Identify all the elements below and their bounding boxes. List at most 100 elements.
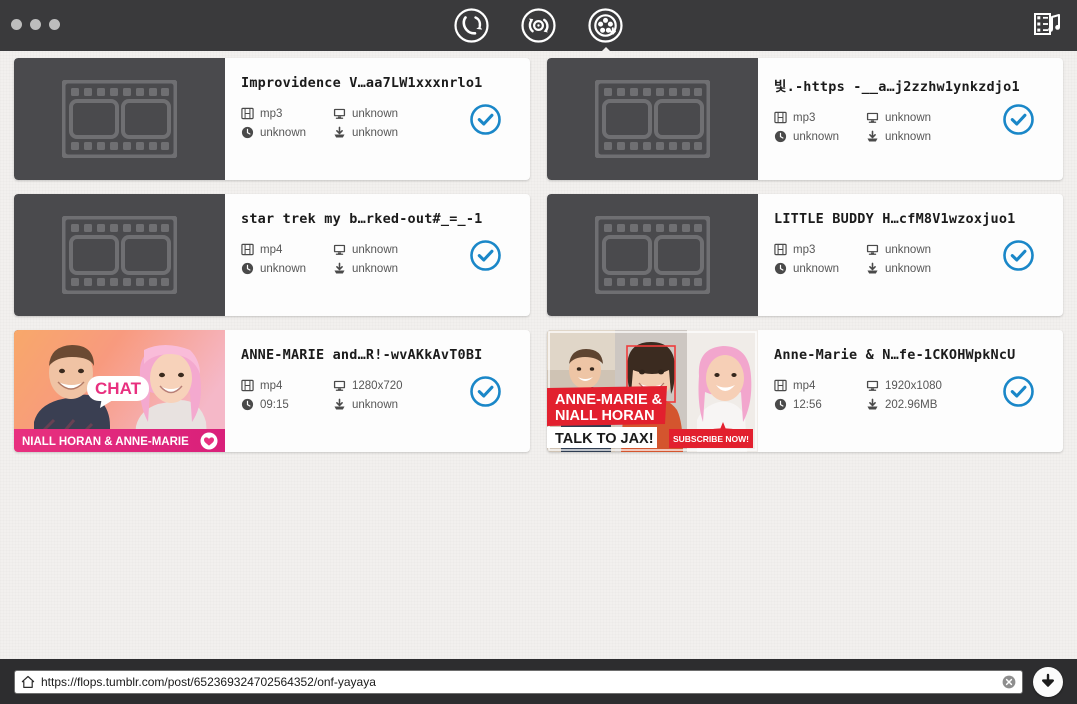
download-button[interactable]	[1033, 666, 1063, 697]
meta-format-value: mp3	[793, 111, 816, 124]
media-card[interactable]: Improvidence V…aa7LW1xxxnrlo1 mp3 unknow…	[14, 58, 530, 180]
meta-duration: unknown	[774, 262, 866, 275]
subscribe-badge-text: SUBSCRIBE NOW!	[673, 434, 749, 444]
check-circle-icon	[1003, 240, 1034, 271]
download-size-icon	[334, 398, 345, 410]
check-circle-icon	[1003, 376, 1034, 407]
card-thumbnail	[14, 58, 225, 180]
meta-duration: unknown	[241, 126, 333, 139]
meta-format-value: mp4	[260, 379, 283, 392]
meta-format: mp3	[774, 111, 866, 124]
media-card[interactable]: LITTLE BUDDY H…cfM8V1wzoxjuo1 mp3 unknow…	[547, 194, 1063, 316]
download-arrow-icon	[1042, 673, 1054, 687]
monitor-icon	[333, 244, 346, 255]
film-placeholder-icon	[595, 80, 710, 158]
meta-duration-value: unknown	[793, 262, 840, 275]
meta-resolution-value: unknown	[885, 111, 932, 124]
tab-video-download[interactable]	[453, 7, 491, 45]
thumbnail-caption-line2: NIALL HORAN	[555, 408, 655, 424]
meta-format-value: mp3	[793, 243, 816, 256]
film-icon	[774, 111, 787, 124]
phone-refresh-icon	[453, 7, 490, 44]
download-size-icon	[867, 398, 878, 410]
home-icon[interactable]	[21, 675, 35, 689]
meta-size: unknown	[866, 262, 976, 275]
meta-duration-value: unknown	[793, 130, 840, 143]
film-placeholder-icon	[595, 216, 710, 294]
tab-audio-download[interactable]	[520, 7, 558, 45]
monitor-icon	[866, 244, 879, 255]
card-thumbnail: iHR ANNE-MARIE & NIALL HORAN TALK TO JAX…	[547, 330, 758, 452]
music-refresh-icon	[520, 7, 557, 44]
meta-duration: 12:56	[774, 398, 866, 411]
clock-icon	[241, 398, 254, 411]
meta-format: mp3	[241, 107, 333, 120]
select-checkmark-button[interactable]	[1002, 239, 1035, 272]
card-body: Anne-Marie & N…fe-1CKOHWpkNcU mp4 1920x1…	[758, 330, 1063, 452]
meta-duration: unknown	[774, 130, 866, 143]
media-library-button[interactable]	[1031, 10, 1063, 42]
card-thumbnail	[547, 58, 758, 180]
card-body: 빛.-https -__a…j2zzhw1ynkzdjo1 mp3 unknow…	[758, 58, 1063, 180]
media-cards-grid: Improvidence V…aa7LW1xxxnrlo1 mp3 unknow…	[14, 58, 1063, 452]
card-title: Anne-Marie & N…fe-1CKOHWpkNcU	[774, 347, 1016, 363]
meta-size-value: unknown	[352, 262, 399, 275]
card-body: Improvidence V…aa7LW1xxxnrlo1 mp3 unknow…	[225, 58, 530, 180]
select-checkmark-button[interactable]	[1002, 375, 1035, 408]
meta-duration: 09:15	[241, 398, 333, 411]
meta-duration-value: unknown	[260, 262, 307, 275]
film-icon	[241, 379, 254, 392]
talk-to-jax-thumbnail-image: iHR ANNE-MARIE & NIALL HORAN TALK TO JAX…	[547, 330, 758, 452]
film-music-library-icon	[1033, 11, 1061, 42]
meta-size-value: unknown	[885, 262, 932, 275]
check-circle-icon	[470, 104, 501, 135]
meta-resolution: unknown	[333, 107, 443, 120]
film-placeholder-icon	[62, 80, 177, 158]
select-checkmark-button[interactable]	[469, 375, 502, 408]
meta-format: mp4	[774, 379, 866, 392]
meta-format-value: mp4	[793, 379, 816, 392]
download-size-icon	[867, 130, 878, 142]
meta-duration-value: 12:56	[793, 398, 822, 411]
film-placeholder-icon	[62, 216, 177, 294]
monitor-icon	[866, 112, 879, 123]
url-text[interactable]: https://flops.tumblr.com/post/6523693247…	[41, 675, 996, 689]
meta-format: mp3	[774, 243, 866, 256]
meta-resolution: unknown	[333, 243, 443, 256]
meta-size-value: unknown	[352, 398, 399, 411]
card-title: LITTLE BUDDY H…cfM8V1wzoxjuo1	[774, 211, 1016, 227]
card-body: LITTLE BUDDY H…cfM8V1wzoxjuo1 mp3 unknow…	[758, 194, 1063, 316]
url-input[interactable]: https://flops.tumblr.com/post/6523693247…	[14, 669, 1023, 694]
meta-format-value: mp4	[260, 243, 283, 256]
media-card[interactable]: star trek my b…rked-out#_=_-1 mp4 unknow…	[14, 194, 530, 316]
card-title: 빛.-https -__a…j2zzhw1ynkzdjo1	[774, 79, 1020, 95]
card-thumbnail: CHAT NIALL HORAN & ANNE-MARIE	[14, 330, 225, 452]
clear-circle-icon[interactable]	[1002, 675, 1016, 689]
meta-resolution: unknown	[866, 243, 976, 256]
film-icon	[241, 243, 254, 256]
meta-resolution-value: unknown	[885, 243, 932, 256]
clock-icon	[241, 262, 254, 275]
monitor-icon	[866, 380, 879, 391]
card-body: star trek my b…rked-out#_=_-1 mp4 unknow…	[225, 194, 530, 316]
select-checkmark-button[interactable]	[469, 103, 502, 136]
clock-icon	[241, 126, 254, 139]
media-card[interactable]: iHR ANNE-MARIE & NIALL HORAN TALK TO JAX…	[547, 330, 1063, 452]
meta-size-value: 202.96MB	[885, 398, 938, 411]
meta-format: mp4	[241, 379, 333, 392]
media-card[interactable]: 빛.-https -__a…j2zzhw1ynkzdjo1 mp3 unknow…	[547, 58, 1063, 180]
meta-size-value: unknown	[885, 130, 932, 143]
media-card[interactable]: CHAT NIALL HORAN & ANNE-MARIE ANNE-MARIE…	[14, 330, 530, 452]
select-checkmark-button[interactable]	[469, 239, 502, 272]
check-circle-icon	[470, 240, 501, 271]
clock-icon	[774, 398, 787, 411]
select-checkmark-button[interactable]	[1002, 103, 1035, 136]
meta-size: unknown	[333, 398, 443, 411]
card-title: Improvidence V…aa7LW1xxxnrlo1	[241, 75, 483, 91]
tab-media-download[interactable]	[587, 7, 625, 45]
chat-thumbnail-image: CHAT NIALL HORAN & ANNE-MARIE	[14, 330, 225, 452]
monitor-icon	[333, 380, 346, 391]
card-title: ANNE-MARIE and…R!-wvAKkAvT0BI	[241, 347, 483, 363]
card-body: ANNE-MARIE and…R!-wvAKkAvT0BI mp4 1280x7…	[225, 330, 530, 452]
film-icon	[774, 379, 787, 392]
